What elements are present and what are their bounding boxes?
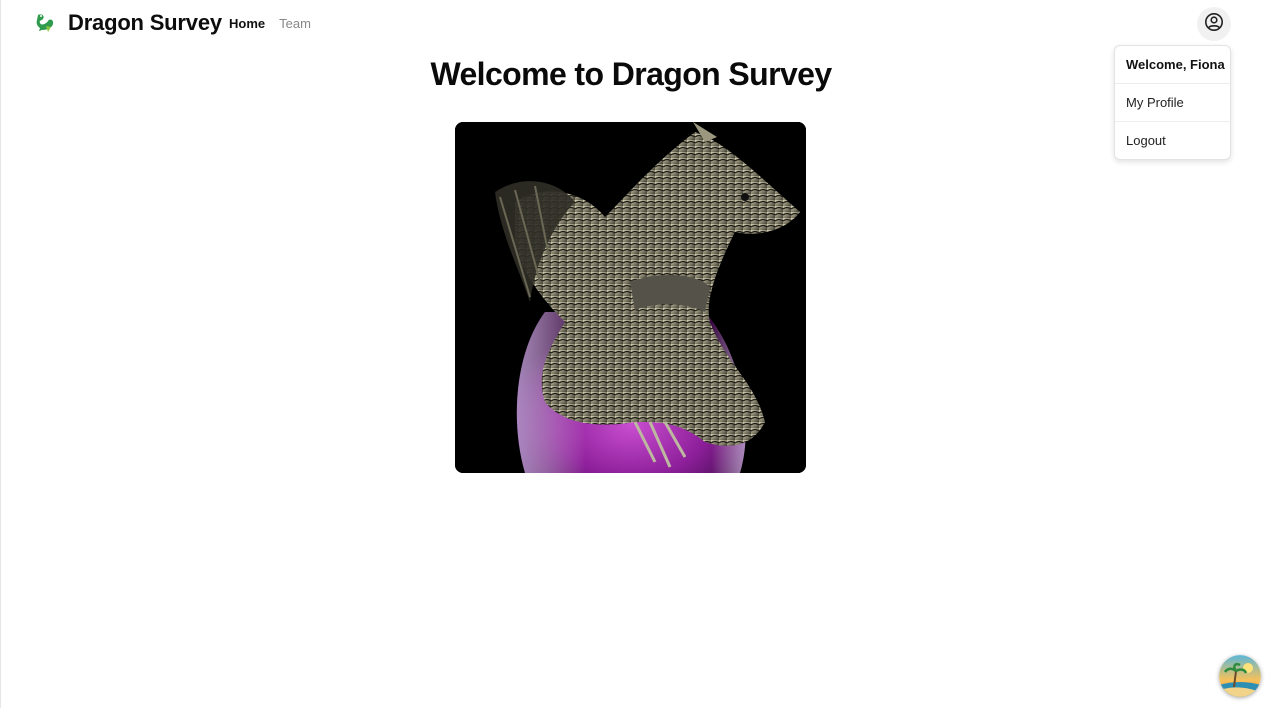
logout-menu-item[interactable]: Logout: [1115, 122, 1230, 159]
nav-team-link[interactable]: Team: [279, 16, 311, 31]
nav-home-link[interactable]: Home: [229, 16, 265, 31]
page-title: Welcome to Dragon Survey: [430, 56, 832, 92]
brand-name: Dragon Survey: [68, 10, 222, 35]
user-menu-button[interactable]: [1197, 7, 1231, 41]
brand-link[interactable]: Dragon Survey: [34, 10, 222, 36]
navbar: Dragon Survey Home Team: [1, 0, 1267, 48]
page: Dragon Survey Home Team Welcome, Fiona M…: [0, 0, 1267, 708]
beach-palm-avatar-icon[interactable]: [1219, 655, 1261, 697]
dragon-logo-icon: [34, 11, 58, 35]
hero-dragon-image: [455, 122, 806, 473]
main-nav: Home Team: [229, 16, 311, 31]
user-circle-icon: [1204, 12, 1224, 37]
